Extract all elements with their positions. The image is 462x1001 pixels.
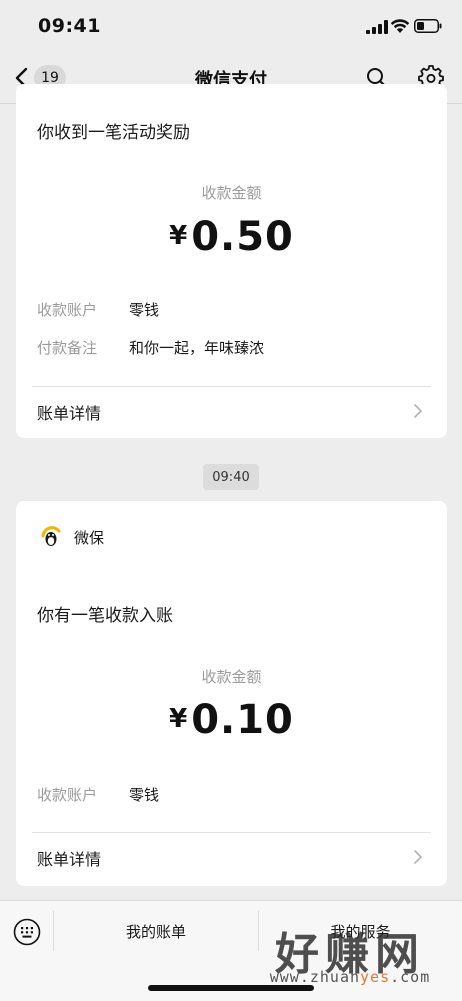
chevron-right-icon [414,404,422,418]
amount-number: 0.10 [191,697,294,743]
menu-my-bill[interactable]: 我的账单 [54,921,258,942]
account-label: 收款账户 [37,786,98,804]
menu-my-services[interactable]: 我的服务 [259,921,462,942]
currency-symbol: ¥ [169,221,188,251]
wifi-icon [390,19,410,33]
weibao-logo-icon [41,526,61,546]
payment-message-card: 微保 你有一笔收款入账 收款金额 ¥0.10 收款账户 零钱 账单详情 [16,501,447,886]
amount-value: ¥0.50 [16,214,447,260]
card-heading: 你有一笔收款入账 [37,606,173,626]
keyboard-icon[interactable] [13,918,41,946]
amount-label: 收款金额 [201,184,262,202]
status-time: 09:41 [38,15,101,37]
cellular-signal-icon [366,20,388,34]
account-value: 零钱 [129,301,160,319]
bill-details-link[interactable]: 账单详情 [16,387,447,435]
amount-label: 收款金额 [201,668,262,686]
payment-message-card: 你收到一笔活动奖励 收款金额 ¥0.50 收款账户 零钱 付款备注 和你一起，年… [16,84,447,438]
amount-value: ¥0.10 [16,697,447,743]
account-value: 零钱 [129,786,160,804]
account-label: 收款账户 [37,301,98,319]
status-bar: 09:41 [0,0,462,52]
bill-details-label: 账单详情 [37,404,102,423]
chevron-right-icon [414,850,422,864]
bill-details-link[interactable]: 账单详情 [16,833,447,881]
message-timestamp: 09:40 [203,464,259,490]
bill-details-label: 账单详情 [37,850,102,869]
currency-symbol: ¥ [169,704,188,734]
remark-value: 和你一起，年味臻浓 [129,339,265,357]
service-name: 微保 [74,529,105,547]
home-indicator[interactable] [148,985,314,991]
remark-label: 付款备注 [37,339,98,357]
battery-icon [414,19,442,33]
amount-number: 0.50 [191,214,294,260]
card-heading: 你收到一笔活动奖励 [37,123,190,143]
